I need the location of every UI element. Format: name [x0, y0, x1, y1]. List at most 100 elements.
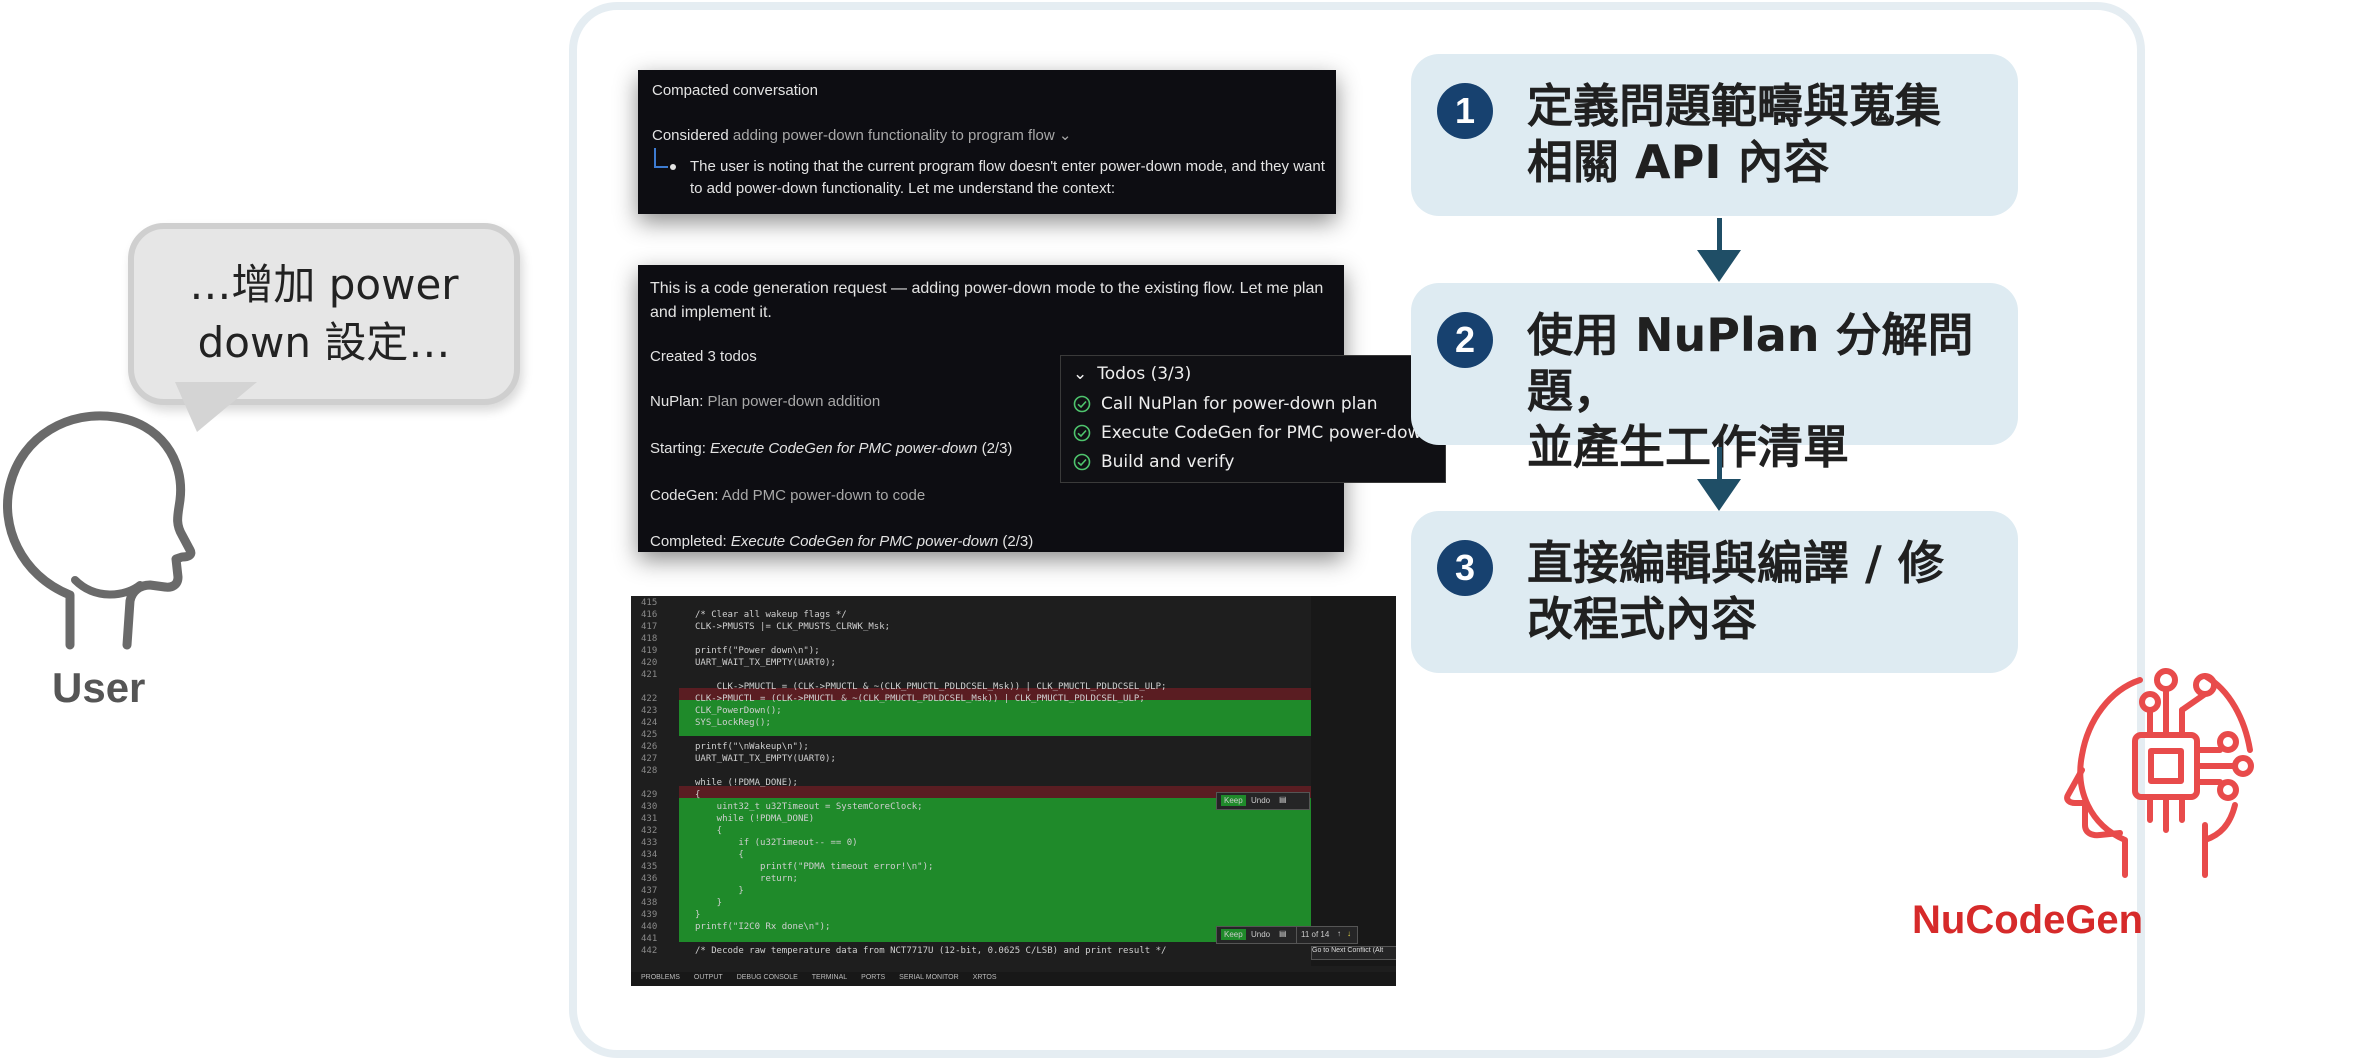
line-number: 430: [641, 802, 658, 812]
code-line[interactable]: CLK->PMUCTL = (CLK->PMUCTL & ~(CLK_PMUCT…: [695, 682, 1167, 692]
bullet-line-1: The user is noting that the current prog…: [690, 158, 1325, 175]
check-circle-icon: [1073, 453, 1091, 471]
todo-item-label: Call NuPlan for power-down plan: [1101, 394, 1378, 414]
step-line-2: 改程式內容: [1527, 592, 1757, 646]
panel-tab[interactable]: DEBUG CONSOLE: [737, 974, 798, 981]
file-icon[interactable]: ▤: [1279, 929, 1287, 938]
line-number: 440: [641, 922, 658, 932]
todo-item[interactable]: Build and verify: [1073, 452, 1234, 472]
line-number: 438: [641, 898, 658, 908]
code-line[interactable]: if (u32Timeout-- == 0): [695, 838, 857, 848]
panel-tab[interactable]: OUTPUT: [694, 974, 723, 981]
undo-button[interactable]: Undo: [1251, 930, 1270, 939]
code-line[interactable]: while (!PDMA_DONE);: [695, 778, 798, 788]
thread-connector: [654, 148, 668, 168]
code-line[interactable]: return;: [695, 874, 798, 884]
considered-prefix: Considered: [652, 127, 729, 144]
code-line[interactable]: UART_WAIT_TX_EMPTY(UART0);: [695, 754, 836, 764]
keep-button[interactable]: Keep: [1221, 795, 1246, 806]
step-line-1: 直接編輯與編譯 / 修: [1527, 536, 1944, 590]
step-card-3: 3 直接編輯與編譯 / 修 改程式內容: [1411, 511, 2018, 673]
todos-header[interactable]: ⌄ Todos (3/3): [1073, 364, 1191, 384]
step-line-1: 使用 NuPlan 分解問題，: [1527, 308, 1974, 418]
card-title: Compacted conversation: [652, 82, 818, 99]
code-line[interactable]: {: [695, 850, 743, 860]
codegen-row[interactable]: CodeGen: Add PMC power-down to code: [650, 487, 925, 504]
line-number: 432: [641, 826, 658, 836]
conflict-counter: 11 of 14: [1301, 930, 1330, 939]
nuplan-prefix: NuPlan:: [650, 393, 704, 410]
arrow-up-icon[interactable]: ↑: [1337, 929, 1341, 938]
nuplan-row[interactable]: NuPlan: Plan power-down addition: [650, 393, 880, 410]
code-line[interactable]: {: [695, 826, 722, 836]
step-card-2: 2 使用 NuPlan 分解問題， 並產生工作清單: [1411, 283, 2018, 474]
todo-item[interactable]: Call NuPlan for power-down plan: [1073, 394, 1378, 414]
completed-count: (2/3): [1002, 533, 1034, 550]
starting-prefix: Starting:: [650, 440, 706, 457]
starting-count: (2/3): [981, 440, 1013, 457]
line-number: 428: [641, 766, 658, 776]
starting-row: Starting: Execute CodeGen for PMC power-…: [650, 440, 1012, 457]
step-card-1: 1 定義問題範疇與蒐集 相關 API 內容: [1411, 54, 2018, 216]
undo-button[interactable]: Undo: [1251, 796, 1270, 805]
code-line[interactable]: CLK->PMUCTL = (CLK->PMUCTL & ~(CLK_PMUCT…: [695, 694, 1145, 704]
step-text: 直接編輯與編譯 / 修 改程式內容: [1527, 535, 2017, 647]
line-number: 437: [641, 886, 658, 896]
check-circle-icon: [1073, 395, 1091, 413]
line-number: 427: [641, 754, 658, 764]
code-editor[interactable]: 415 416 /* Clear all wakeup flags */ 417 CLK…: [631, 596, 1396, 986]
minimap[interactable]: [1311, 596, 1396, 966]
check-circle-icon: [1073, 424, 1091, 442]
panel-tab[interactable]: PORTS: [861, 974, 885, 981]
code-line[interactable]: }: [695, 910, 700, 920]
line-number: 436: [641, 874, 658, 884]
code-line[interactable]: }: [695, 898, 722, 908]
code-line[interactable]: UART_WAIT_TX_EMPTY(UART0);: [695, 658, 836, 668]
code-line[interactable]: while (!PDMA_DONE): [695, 814, 815, 824]
line-number: 429: [641, 790, 658, 800]
code-line[interactable]: }: [695, 886, 743, 896]
code-line[interactable]: SYS_LockReg();: [695, 718, 771, 728]
code-line[interactable]: printf("Power down\n");: [695, 646, 820, 656]
codegen-text: Add PMC power-down to code: [721, 487, 926, 504]
step-number: 1: [1437, 83, 1493, 139]
intro-text: This is a code generation request — addi…: [650, 277, 1323, 325]
file-icon[interactable]: ▤: [1279, 795, 1287, 804]
compacted-conversation-card: Compacted conversation Considered adding…: [638, 70, 1336, 214]
considered-row[interactable]: Considered adding power-down functionali…: [652, 126, 1071, 144]
starting-text: Execute CodeGen for PMC power-down: [710, 440, 978, 457]
code-line[interactable]: /* Clear all wakeup flags */: [695, 610, 847, 620]
line-number: 442: [641, 946, 658, 956]
arrow-down-icon[interactable]: ↓: [1347, 929, 1351, 938]
line-number: 418: [641, 634, 658, 644]
conflict-navigator: 11 of 14 ↑ ↓: [1296, 926, 1358, 944]
line-number: 422: [641, 694, 658, 704]
panel-tab[interactable]: XRTOS: [973, 974, 997, 981]
line-number: 431: [641, 814, 658, 824]
code-line[interactable]: {: [695, 790, 700, 800]
panel-tab[interactable]: PROBLEMS: [641, 974, 680, 981]
code-line[interactable]: uint32_t u32Timeout = SystemCoreClock;: [695, 802, 923, 812]
code-line[interactable]: CLK->PMUSTS |= CLK_PMUSTS_CLRWK_Msk;: [695, 622, 890, 632]
todo-item-label: Build and verify: [1101, 452, 1235, 472]
code-line[interactable]: printf("\nWakeup\n");: [695, 742, 809, 752]
completed-prefix: Completed:: [650, 533, 727, 550]
bubble-line-2: down 設定…: [197, 318, 451, 367]
code-line[interactable]: printf("PDMA timeout error!\n");: [695, 862, 933, 872]
todo-item[interactable]: Execute CodeGen for PMC power-down: [1073, 423, 1432, 443]
panel-tab[interactable]: SERIAL MONITOR: [899, 974, 959, 981]
panel-tab[interactable]: TERMINAL: [812, 974, 847, 981]
code-line[interactable]: CLK_PowerDown();: [695, 706, 782, 716]
created-todos: Created 3 todos: [650, 348, 757, 365]
line-number: 417: [641, 622, 658, 632]
line-number: 423: [641, 706, 658, 716]
line-number: 424: [641, 718, 658, 728]
panel-tabs-bar: PROBLEMS OUTPUT DEBUG CONSOLE TERMINAL PORTS…: [631, 972, 1396, 986]
arrow-down-icon: [1697, 479, 1741, 511]
nucodegen-label: NuCodeGen: [1912, 898, 2144, 942]
thinking-bullet: The user is noting that the current prog…: [690, 156, 1325, 200]
code-line[interactable]: printf("I2C0 Rx done\n");: [695, 922, 830, 932]
code-line[interactable]: /* Decode raw temperature data from NCT7…: [695, 946, 1166, 956]
tooltip: Go to Next Conflict (Alt: [1311, 946, 1396, 960]
keep-button[interactable]: Keep: [1221, 929, 1246, 940]
